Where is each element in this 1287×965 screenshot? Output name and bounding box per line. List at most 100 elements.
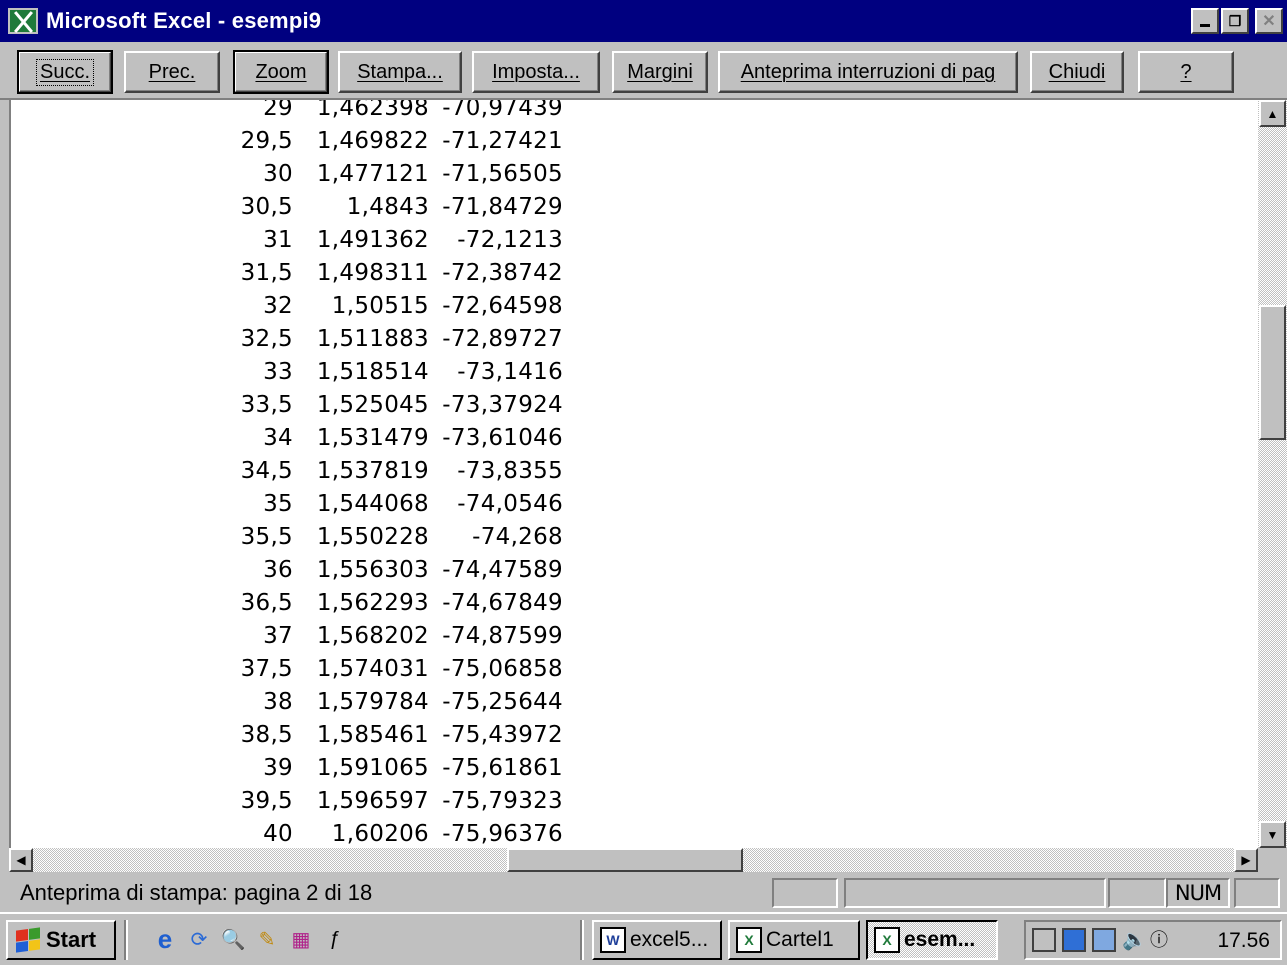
table-row: 36 1,556303 -74,47589 [11, 557, 611, 590]
cell-c: -73,61046 [442, 425, 563, 451]
cell-b: 1,469822 [316, 128, 429, 154]
status-panel [1234, 878, 1280, 908]
table-row: 38,5 1,585461 -75,43972 [11, 722, 611, 755]
imposta-label: Imposta... [492, 60, 580, 83]
cell-a: 39,5 [240, 788, 293, 814]
network-icon[interactable] [1092, 928, 1116, 952]
internet-explorer-icon[interactable]: e [152, 924, 178, 954]
task-esempi9[interactable]: X esem... [866, 920, 998, 960]
preview-page[interactable]: 29 1,462398 -70,97439 29,5 1,469822 -71,2742… [9, 100, 1258, 848]
arrow-up-icon: ▲ [1266, 106, 1279, 121]
table-row: 30,5 1,4843 -71,84729 [11, 194, 611, 227]
stampa-button[interactable]: Stampa... [338, 51, 462, 93]
vertical-scrollbar[interactable]: ▲ ▼ [1258, 100, 1287, 848]
start-label: Start [46, 927, 97, 952]
cell-a: 31 [263, 227, 293, 253]
prec-button[interactable]: Prec. [124, 51, 220, 93]
cell-b: 1,591065 [316, 755, 429, 781]
cell-b: 1,579784 [316, 689, 429, 715]
vertical-scroll-thumb[interactable] [1259, 305, 1286, 440]
restore-button[interactable]: ❐ [1221, 8, 1249, 34]
media-icon[interactable]: ▦ [288, 926, 314, 952]
scroll-right-button[interactable]: ▶ [1234, 848, 1258, 872]
window-title: Microsoft Excel - esempi9 [46, 8, 322, 33]
cell-c: -72,64598 [442, 293, 563, 319]
scroll-up-button[interactable]: ▲ [1259, 100, 1286, 127]
monitor-icon[interactable] [1062, 928, 1086, 952]
horizontal-scrollbar[interactable]: ◀ ▶ [9, 848, 1258, 872]
close-button[interactable]: ✕ [1255, 8, 1283, 34]
scroll-left-button[interactable]: ◀ [9, 848, 33, 872]
cell-b: 1,4843 [346, 194, 429, 220]
status-panel [772, 878, 838, 908]
cell-a: 35,5 [240, 524, 293, 550]
cell-a: 33,5 [240, 392, 293, 418]
prec-label: Prec. [148, 60, 196, 83]
scroll-down-button[interactable]: ▼ [1259, 821, 1286, 848]
chiudi-button[interactable]: Chiudi [1030, 51, 1124, 93]
cell-c: -75,43972 [442, 722, 563, 748]
cell-c: -74,268 [472, 524, 563, 550]
status-text: Anteprima di stampa: pagina 2 di 18 [20, 880, 373, 905]
anteprima-label: Anteprima interruzioni di pag [740, 60, 996, 83]
cell-a: 37 [263, 623, 293, 649]
zoom-button[interactable]: Zoom [233, 50, 329, 94]
imposta-button[interactable]: Imposta... [472, 51, 600, 93]
search-icon[interactable]: 🔍 [220, 926, 246, 952]
cell-c: -73,37924 [442, 392, 563, 418]
horizontal-scroll-thumb[interactable] [507, 848, 743, 872]
task-label: Cartel1 [766, 928, 834, 951]
minimize-icon [1200, 23, 1210, 27]
stampa-label: Stampa... [357, 60, 443, 83]
margini-button[interactable]: Margini [612, 51, 708, 93]
table-row: 37 1,568202 -74,87599 [11, 623, 611, 656]
cell-c: -75,96376 [442, 821, 563, 847]
arrow-left-icon: ◀ [16, 853, 26, 867]
cell-a: 38 [263, 689, 293, 715]
table-row: 36,5 1,562293 -74,67849 [11, 590, 611, 623]
cell-c: -72,89727 [442, 326, 563, 352]
cell-a: 39 [263, 755, 293, 781]
title-bar[interactable]: Microsoft Excel - esempi9 ❐ ✕ [0, 0, 1287, 42]
status-panel [844, 878, 1106, 908]
clock[interactable]: 17.56 [1217, 929, 1270, 953]
arrow-right-icon: ▶ [1241, 853, 1251, 867]
task-excel5[interactable]: W excel5... [592, 920, 722, 960]
table-row: 29 1,462398 -70,97439 [11, 100, 611, 128]
minimize-button[interactable] [1191, 8, 1219, 34]
cell-c: -74,67849 [442, 590, 563, 616]
cell-a: 31,5 [240, 260, 293, 286]
windows-logo-icon [16, 927, 40, 953]
edit-icon[interactable]: ✎ [254, 926, 280, 952]
table-row: 31 1,491362 -72,1213 [11, 227, 611, 260]
table-row: 38 1,579784 -75,25644 [11, 689, 611, 722]
info-icon[interactable]: ⓘ [1150, 928, 1174, 952]
task-cartel1[interactable]: X Cartel1 [728, 920, 860, 960]
volume-icon[interactable]: 🔈 [1122, 928, 1147, 952]
task-label: excel5... [630, 928, 709, 951]
cell-b: 1,574031 [316, 656, 429, 682]
script-icon[interactable]: ƒ [322, 926, 348, 952]
channels-icon[interactable]: ⟳ [186, 926, 212, 952]
cell-c: -75,06858 [442, 656, 563, 682]
succ-button[interactable]: Succ. [17, 50, 113, 94]
cell-b: 1,562293 [316, 590, 429, 616]
excel-icon: X [874, 927, 900, 953]
cell-a: 32 [263, 293, 293, 319]
cell-b: 1,498311 [316, 260, 429, 286]
cell-c: -73,1416 [457, 359, 563, 385]
cell-a: 30 [263, 161, 293, 187]
table-row: 32 1,50515 -72,64598 [11, 293, 611, 326]
excel-icon[interactable] [8, 8, 38, 34]
cell-c: -74,47589 [442, 557, 563, 583]
table-row: 30 1,477121 -71,56505 [11, 161, 611, 194]
succ-label: Succ. [35, 58, 95, 86]
start-button[interactable]: Start [6, 920, 116, 960]
anteprima-interruzioni-button[interactable]: Anteprima interruzioni di pag [718, 51, 1018, 93]
table-row: 39,5 1,596597 -75,79323 [11, 788, 611, 821]
help-button[interactable]: ? [1138, 51, 1234, 93]
task-label: esem... [904, 928, 976, 951]
scheduler-icon[interactable] [1032, 928, 1056, 952]
cell-a: 33 [263, 359, 293, 385]
cell-b: 1,550228 [316, 524, 429, 550]
